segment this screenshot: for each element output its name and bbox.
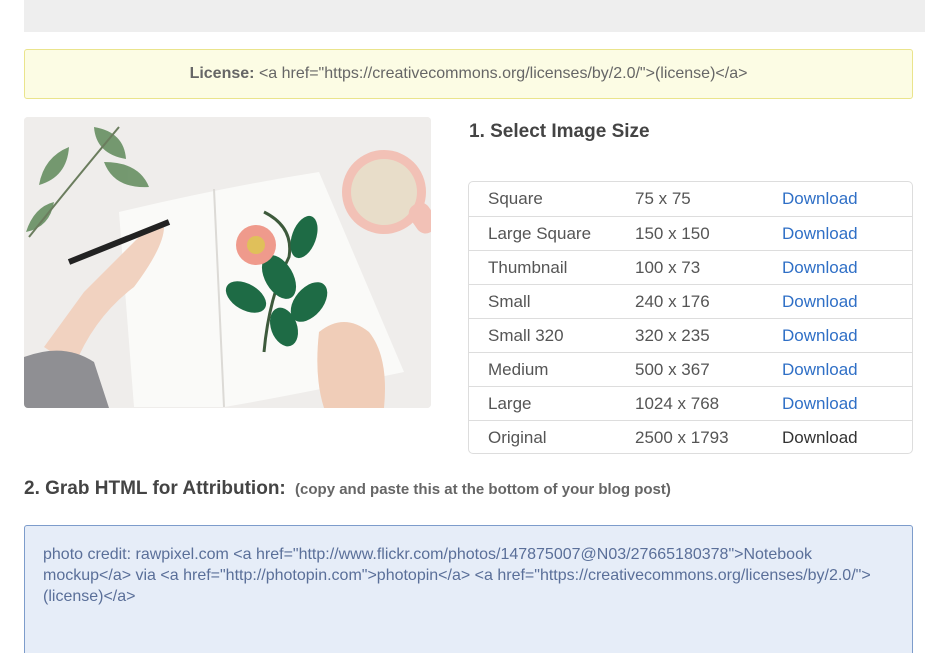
size-dims: 2500 x 1793 <box>635 428 729 447</box>
license-label: License: <box>189 65 255 82</box>
download-link-original[interactable]: Download <box>782 421 858 453</box>
attribution-heading: 2. Grab HTML for Attribution: (copy and … <box>24 478 671 500</box>
download-link[interactable]: Download <box>782 251 858 284</box>
download-link[interactable]: Download <box>782 387 858 420</box>
table-row: Original 2500 x 1793 Download <box>469 420 912 453</box>
table-row: Small 320 320 x 235 Download <box>469 318 912 352</box>
table-row: Square 75 x 75 Download <box>469 182 912 216</box>
size-dims: 500 x 367 <box>635 360 710 379</box>
size-name: Large Square <box>488 224 592 243</box>
size-name: Medium <box>488 360 549 379</box>
download-link[interactable]: Download <box>782 217 858 250</box>
size-dims: 100 x 73 <box>635 258 701 277</box>
size-name: Thumbnail <box>488 258 568 277</box>
attribution-code-textarea[interactable]: photo credit: rawpixel.com <a href="http… <box>24 525 913 653</box>
size-name: Large <box>488 394 532 413</box>
attribution-heading-title: 2. Grab HTML for Attribution: <box>24 478 286 499</box>
table-row: Large 1024 x 768 Download <box>469 386 912 420</box>
attribution-subheading: (copy and paste this at the bottom of yo… <box>295 481 671 498</box>
size-name: Original <box>488 428 547 447</box>
size-name: Square <box>488 189 543 208</box>
select-size-heading: 1. Select Image Size <box>469 121 650 142</box>
size-dims: 150 x 150 <box>635 224 710 243</box>
download-link[interactable]: Download <box>782 285 858 318</box>
download-link[interactable]: Download <box>782 353 858 386</box>
table-row: Small 240 x 176 Download <box>469 284 912 318</box>
photo-preview <box>24 117 431 408</box>
size-dims: 320 x 235 <box>635 326 710 345</box>
notebook-illustration <box>24 117 431 408</box>
license-code: <a href="https://creativecommons.org/lic… <box>258 65 748 82</box>
size-dims: 1024 x 768 <box>635 394 720 413</box>
table-row: Thumbnail 100 x 73 Download <box>469 250 912 284</box>
size-name: Small <box>488 292 531 311</box>
size-table: Square 75 x 75 Download Large Square 150… <box>468 181 913 454</box>
top-bar <box>24 0 925 32</box>
table-row: Large Square 150 x 150 Download <box>469 216 912 250</box>
license-notice: License: <a href="https://creativecommon… <box>24 49 913 99</box>
size-name: Small 320 <box>488 326 564 345</box>
size-dims: 240 x 176 <box>635 292 710 311</box>
download-link[interactable]: Download <box>782 319 858 352</box>
table-row: Medium 500 x 367 Download <box>469 352 912 386</box>
download-link[interactable]: Download <box>782 182 858 215</box>
size-dims: 75 x 75 <box>635 189 691 208</box>
